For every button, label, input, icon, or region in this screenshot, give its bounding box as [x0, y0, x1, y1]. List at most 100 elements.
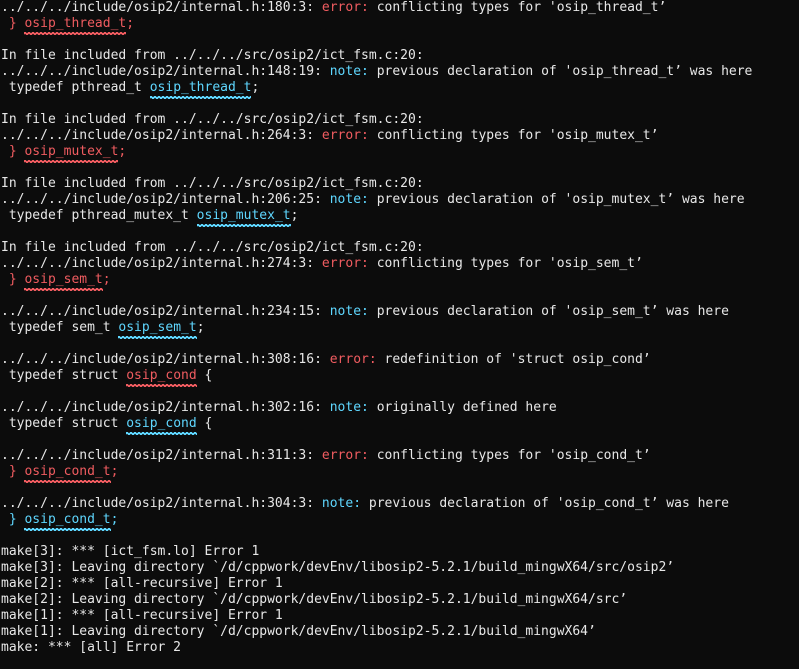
terminal-line-make: make[3]: Leaving directory `/d/cppwork/d…: [1, 560, 799, 576]
line-text: ;: [196, 320, 205, 335]
line-text: }: [1, 16, 25, 31]
error-label: error:: [321, 256, 377, 271]
terminal-line-diagnostic: ../../../include/osip2/internal.h:304:3:…: [1, 496, 799, 512]
line-text: conflicting types for 'osip_sem_t’: [376, 256, 643, 271]
line-text: ;: [102, 272, 111, 287]
line-text: In file included from ../../../src/osip2…: [1, 112, 424, 127]
terminal-line-context: In file included from ../../../src/osip2…: [1, 112, 799, 128]
terminal-line-diagnostic: ../../../include/osip2/internal.h:308:16…: [1, 352, 799, 368]
line-text: originally defined here: [376, 400, 557, 415]
line-text: }: [1, 464, 25, 479]
line-text: ../../../include/osip2/internal.h:311:3:: [1, 448, 322, 463]
flagged-identifier: osip_thread_t: [149, 80, 252, 99]
line-text: In file included from ../../../src/osip2…: [1, 48, 424, 63]
terminal-line-context: In file included from ../../../src/osip2…: [1, 240, 799, 256]
line-text: In file included from ../../../src/osip2…: [1, 176, 424, 191]
line-text: ../../../include/osip2/internal.h:206:25…: [1, 192, 330, 207]
terminal-line-source: } osip_cond_t;: [1, 512, 799, 531]
flagged-identifier: osip_cond: [126, 416, 198, 435]
line-text: In file included from ../../../src/osip2…: [1, 240, 424, 255]
terminal-line-make: make[2]: *** [all-recursive] Error 1: [1, 576, 799, 592]
line-text: }: [1, 272, 25, 287]
terminal-line-source: typedef sem_t osip_sem_t;: [1, 320, 799, 339]
line-text: previous declaration of 'osip_thread_t’ …: [376, 64, 753, 79]
line-text: make[1]: *** [all-recursive] Error 1: [1, 608, 283, 623]
line-text: ../../../include/osip2/internal.h:148:19…: [1, 64, 330, 79]
line-text: ../../../include/osip2/internal.h:180:3:: [1, 0, 322, 15]
line-text: previous declaration of 'osip_sem_t’ was…: [376, 304, 729, 319]
line-text: ../../../include/osip2/internal.h:304:3:: [1, 496, 322, 511]
line-text: conflicting types for 'osip_thread_t’: [376, 0, 667, 15]
terminal-line-source: } osip_sem_t;: [1, 272, 799, 291]
line-text: make: *** [all] Error 2: [1, 640, 182, 655]
terminal-line-make: make[2]: Leaving directory `/d/cppwork/d…: [1, 592, 799, 608]
terminal-line-source: } osip_mutex_t;: [1, 144, 799, 163]
line-text: make[3]: Leaving directory `/d/cppwork/d…: [1, 560, 675, 575]
line-text: ../../../include/osip2/internal.h:234:15…: [1, 304, 330, 319]
line-text: make[1]: Leaving directory `/d/cppwork/d…: [1, 624, 596, 639]
line-text: typedef sem_t: [1, 320, 119, 335]
line-text: make[3]: *** [ict_fsm.lo] Error 1: [1, 544, 260, 559]
flagged-identifier: osip_sem_t: [118, 320, 197, 339]
note-label: note:: [329, 192, 377, 207]
terminal-line-diagnostic: ../../../include/osip2/internal.h:302:16…: [1, 400, 799, 416]
line-text: typedef pthread_t: [1, 80, 150, 95]
terminal-line-diagnostic: ../../../include/osip2/internal.h:274:3:…: [1, 256, 799, 272]
terminal-line-source: typedef pthread_mutex_t osip_mutex_t;: [1, 208, 799, 227]
terminal-line-diagnostic: ../../../include/osip2/internal.h:234:15…: [1, 304, 799, 320]
terminal-line-diagnostic: ../../../include/osip2/internal.h:180:3:…: [1, 0, 799, 16]
flagged-identifier: osip_mutex_t: [196, 208, 291, 227]
terminal-line-source: typedef struct osip_cond {: [1, 416, 799, 435]
line-text: make[2]: *** [all-recursive] Error 1: [1, 576, 283, 591]
terminal-line-diagnostic: ../../../include/osip2/internal.h:264:3:…: [1, 128, 799, 144]
terminal-line-make: make[3]: *** [ict_fsm.lo] Error 1: [1, 544, 799, 560]
terminal-line-diagnostic: ../../../include/osip2/internal.h:311:3:…: [1, 448, 799, 464]
line-text: ../../../include/osip2/internal.h:264:3:: [1, 128, 322, 143]
flagged-identifier: osip_cond: [126, 368, 198, 387]
terminal-line-source: } osip_cond_t;: [1, 464, 799, 483]
line-text: typedef pthread_mutex_t: [1, 208, 197, 223]
note-label: note:: [321, 496, 369, 511]
line-text: previous declaration of 'osip_cond_t’ wa…: [368, 496, 729, 511]
flagged-identifier: osip_cond_t: [24, 464, 111, 483]
terminal-line-diagnostic: ../../../include/osip2/internal.h:148:19…: [1, 64, 799, 80]
line-text: ;: [118, 144, 127, 159]
line-text: ;: [110, 464, 119, 479]
terminal-output-pane[interactable]: ../../../include/osip2/internal.h:180:3:…: [0, 0, 799, 669]
line-text: ../../../include/osip2/internal.h:302:16…: [1, 400, 330, 415]
flagged-identifier: osip_thread_t: [24, 16, 127, 35]
error-label: error:: [321, 128, 377, 143]
line-text: }: [1, 512, 25, 527]
terminal-line-context: In file included from ../../../src/osip2…: [1, 176, 799, 192]
error-label: error:: [321, 448, 377, 463]
line-text: {: [196, 368, 213, 383]
terminal-line-make: make[1]: Leaving directory `/d/cppwork/d…: [1, 624, 799, 640]
line-text: typedef struct: [1, 368, 127, 383]
note-label: note:: [329, 64, 377, 79]
terminal-line-source: } osip_thread_t;: [1, 16, 799, 35]
line-text: previous declaration of 'osip_mutex_t’ w…: [376, 192, 745, 207]
terminal-line-source: typedef struct osip_cond {: [1, 368, 799, 387]
line-text: ;: [126, 16, 135, 31]
line-text: make[2]: Leaving directory `/d/cppwork/d…: [1, 592, 628, 607]
flagged-identifier: osip_cond_t: [24, 512, 111, 531]
flagged-identifier: osip_mutex_t: [24, 144, 119, 163]
note-label: note:: [329, 400, 377, 415]
terminal-line-list: ../../../include/osip2/internal.h:180:3:…: [1, 0, 799, 656]
terminal-line-diagnostic: ../../../include/osip2/internal.h:206:25…: [1, 192, 799, 208]
error-label: error:: [321, 0, 377, 15]
line-text: ;: [251, 80, 260, 95]
line-text: ;: [290, 208, 299, 223]
line-text: {: [196, 416, 213, 431]
line-text: ../../../include/osip2/internal.h:274:3:: [1, 256, 322, 271]
line-text: typedef struct: [1, 416, 127, 431]
flagged-identifier: osip_sem_t: [24, 272, 104, 291]
